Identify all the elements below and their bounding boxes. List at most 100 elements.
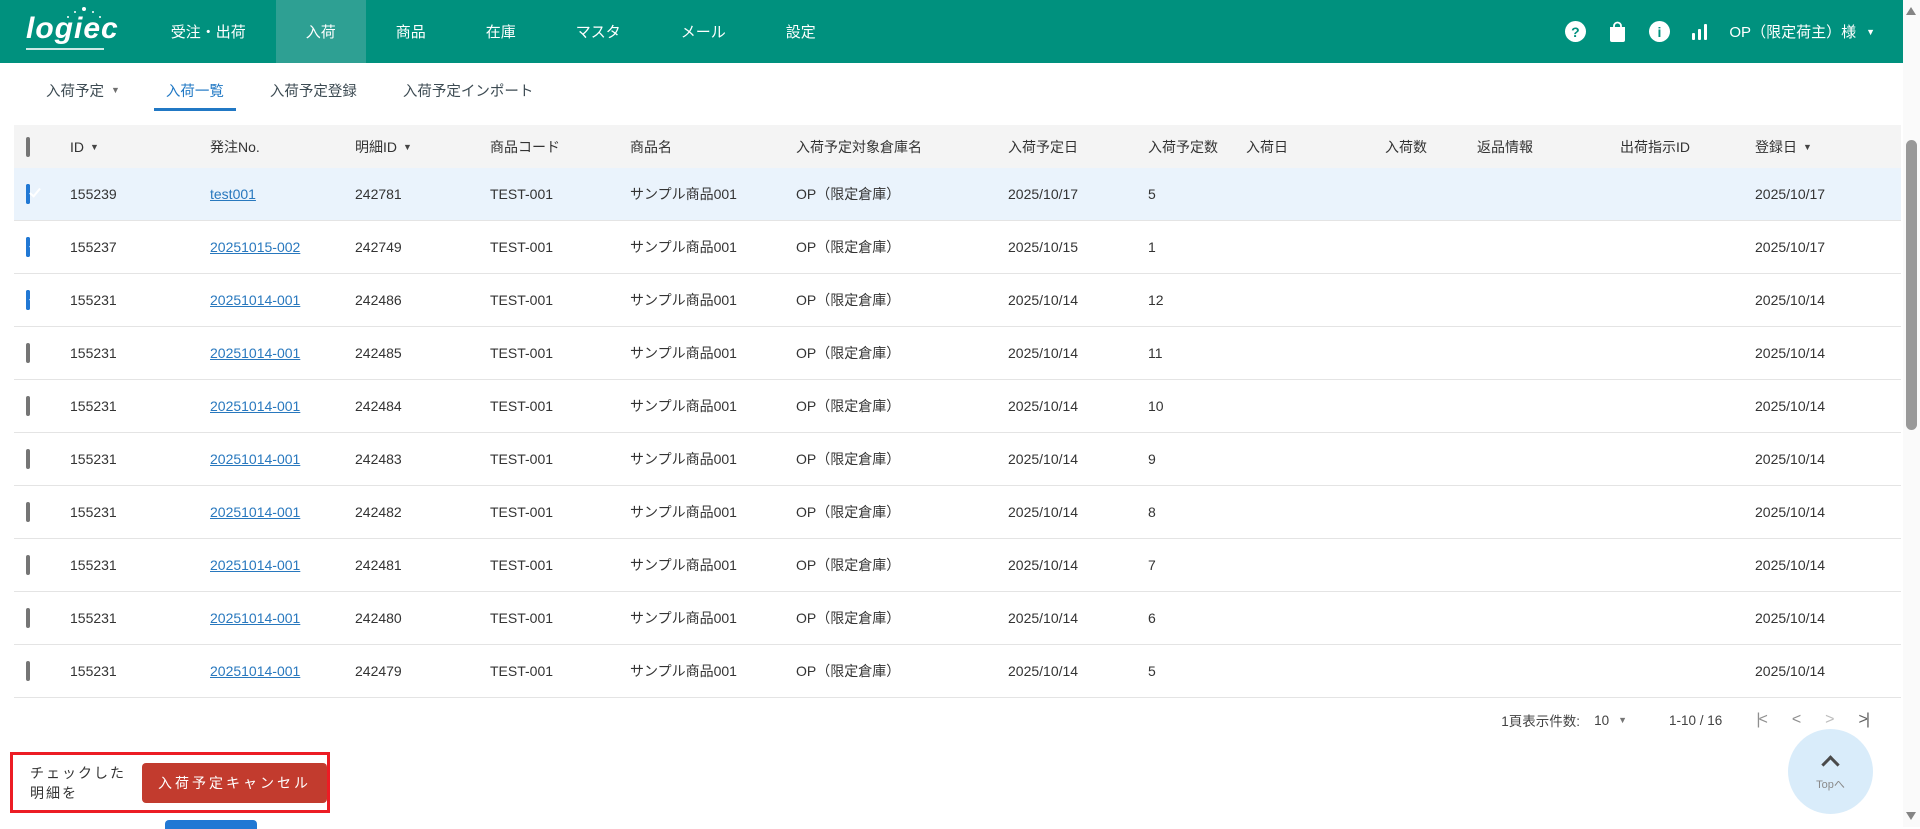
tab-label: 入荷予定 (46, 83, 104, 100)
nav-item-label: マスタ (575, 24, 621, 41)
column-header[interactable]: 入荷日 (1246, 137, 1385, 157)
cell-product-name: サンプル商品001 (630, 345, 737, 361)
nav-item-label: 入荷 (305, 24, 336, 41)
tab[interactable]: 入荷予定 ▼ (40, 63, 126, 117)
row-checkbox[interactable] (26, 184, 30, 204)
cell-product-name: サンプル商品001 (630, 610, 737, 626)
row-checkbox[interactable] (26, 502, 30, 522)
scrollbar-thumb[interactable] (1906, 140, 1917, 430)
order-no-link[interactable]: 20251014-001 (210, 610, 300, 626)
cell-expected-date: 2025/10/15 (1008, 239, 1079, 255)
partially-visible-blue-button[interactable] (165, 820, 257, 829)
order-no-link[interactable]: test001 (210, 186, 256, 202)
table-row: 155237 20251015-002 242749 TEST-001 サンプル… (14, 221, 1901, 274)
app-logo[interactable]: logiec (0, 0, 141, 63)
order-no-link[interactable]: 20251014-001 (210, 504, 300, 520)
order-no-link[interactable]: 20251014-001 (210, 663, 300, 679)
cell-expected-date: 2025/10/14 (1008, 451, 1079, 467)
nav-item[interactable]: 商品 (366, 0, 456, 63)
order-no-link[interactable]: 20251014-001 (210, 398, 300, 414)
chevron-down-icon: ▼ (1866, 26, 1875, 37)
nav-item[interactable]: 入荷 (275, 0, 366, 63)
nav-item-label: 設定 (785, 24, 816, 41)
cell-product-code: TEST-001 (490, 557, 554, 573)
scroll-up-arrow-icon[interactable] (1906, 7, 1916, 15)
row-checkbox[interactable] (26, 555, 30, 575)
next-page-icon[interactable]: > (1825, 711, 1834, 729)
column-header[interactable]: 登録日 ▼ (1755, 137, 1884, 157)
column-header-label: 商品コード (490, 138, 560, 155)
column-header[interactable]: 明細ID ▼ (355, 137, 490, 157)
per-page-select[interactable]: 10 ▼ (1594, 713, 1627, 728)
cell-registered-date: 2025/10/14 (1755, 504, 1826, 520)
cell-registered-date: 2025/10/14 (1755, 557, 1826, 573)
row-checkbox[interactable] (26, 608, 30, 628)
column-header[interactable]: ID ▼ (70, 139, 210, 155)
nav-item[interactable]: マスタ (546, 0, 651, 63)
user-menu[interactable]: OP（限定荷主）様 ▼ (1729, 21, 1875, 42)
column-header-label: 入荷日 (1246, 138, 1288, 155)
order-no-link[interactable]: 20251014-001 (210, 557, 300, 573)
cell-warehouse: OP（限定倉庫） (796, 504, 901, 520)
cell-product-code: TEST-001 (490, 292, 554, 308)
bag-icon[interactable] (1608, 21, 1627, 42)
cell-warehouse: OP（限定倉庫） (796, 239, 901, 255)
tab[interactable]: 入荷一覧 (153, 63, 236, 117)
cell-expected-date: 2025/10/14 (1008, 504, 1079, 520)
nav-item[interactable]: 在庫 (456, 0, 546, 63)
cell-detail-id: 242480 (355, 610, 402, 626)
cell-expected-qty: 10 (1148, 398, 1164, 414)
nav-item[interactable]: 設定 (756, 0, 846, 63)
row-checkbox[interactable] (26, 290, 30, 310)
arrivals-table: ID ▼ 発注No. 明細ID ▼ 商品コード 商品名 入荷予定対象倉庫名 入荷… (14, 125, 1901, 698)
order-no-link[interactable]: 20251014-001 (210, 292, 300, 308)
row-checkbox[interactable] (26, 396, 30, 416)
prev-page-icon[interactable]: < (1792, 711, 1801, 729)
per-page-value: 10 (1594, 712, 1610, 728)
nav-item[interactable]: 受注・出荷 (141, 0, 276, 63)
column-header[interactable]: 返品情報 (1477, 137, 1620, 157)
help-icon[interactable]: ? (1564, 21, 1586, 42)
column-header[interactable]: 入荷数 (1385, 137, 1477, 157)
back-to-top-label: Topへ (1816, 778, 1845, 791)
last-page-icon[interactable]: >| (1859, 711, 1870, 729)
order-no-link[interactable]: 20251014-001 (210, 451, 300, 467)
row-checkbox[interactable] (26, 449, 30, 469)
table-row: 155231 20251014-001 242483 TEST-001 サンプル… (14, 433, 1901, 486)
row-checkbox[interactable] (26, 343, 30, 363)
select-all-checkbox[interactable] (26, 136, 30, 157)
cell-product-code: TEST-001 (490, 451, 554, 467)
order-no-link[interactable]: 20251014-001 (210, 345, 300, 361)
column-header[interactable]: 入荷予定日 (1008, 137, 1148, 157)
order-no-link[interactable]: 20251015-002 (210, 239, 300, 255)
column-header[interactable]: 出荷指示ID (1620, 137, 1755, 157)
tab[interactable]: 入荷予定インポート (397, 63, 540, 117)
tab[interactable]: 入荷予定登録 (264, 63, 363, 117)
back-to-top-button[interactable]: Topへ (1788, 729, 1873, 814)
nav-item[interactable]: メール (651, 0, 756, 63)
cancel-arrival-plan-button[interactable]: 入荷予定キャンセル (142, 762, 327, 803)
table-row: 155231 20251014-001 242484 TEST-001 サンプル… (14, 380, 1901, 433)
info-icon[interactable]: i (1648, 21, 1670, 42)
cell-id: 155231 (70, 451, 117, 467)
logo-dots-decoration (82, 6, 86, 11)
row-checkbox[interactable] (26, 237, 30, 257)
checked-rows-action-annotation: チェックした明細を 入荷予定キャンセル (10, 752, 330, 813)
column-header[interactable]: 商品コード (490, 137, 630, 157)
scroll-down-arrow-icon[interactable] (1906, 812, 1916, 820)
cell-warehouse: OP（限定倉庫） (796, 451, 901, 467)
column-header[interactable]: 入荷予定対象倉庫名 (796, 137, 1008, 157)
column-header[interactable]: 発注No. (210, 137, 355, 157)
column-header-label: 入荷数 (1385, 138, 1427, 155)
first-page-icon[interactable]: |< (1756, 711, 1767, 729)
column-header[interactable]: 商品名 (630, 137, 796, 157)
row-checkbox[interactable] (26, 661, 30, 681)
cell-expected-qty: 7 (1148, 557, 1156, 573)
stats-bars-icon[interactable] (1691, 23, 1708, 40)
tab-label: 入荷予定インポート (402, 83, 534, 100)
cell-detail-id: 242749 (355, 239, 402, 255)
cell-id: 155237 (70, 239, 117, 255)
column-header[interactable]: 入荷予定数 (1148, 137, 1246, 157)
vertical-scrollbar[interactable] (1903, 0, 1920, 827)
table-row: 155231 20251014-001 242485 TEST-001 サンプル… (14, 327, 1901, 380)
